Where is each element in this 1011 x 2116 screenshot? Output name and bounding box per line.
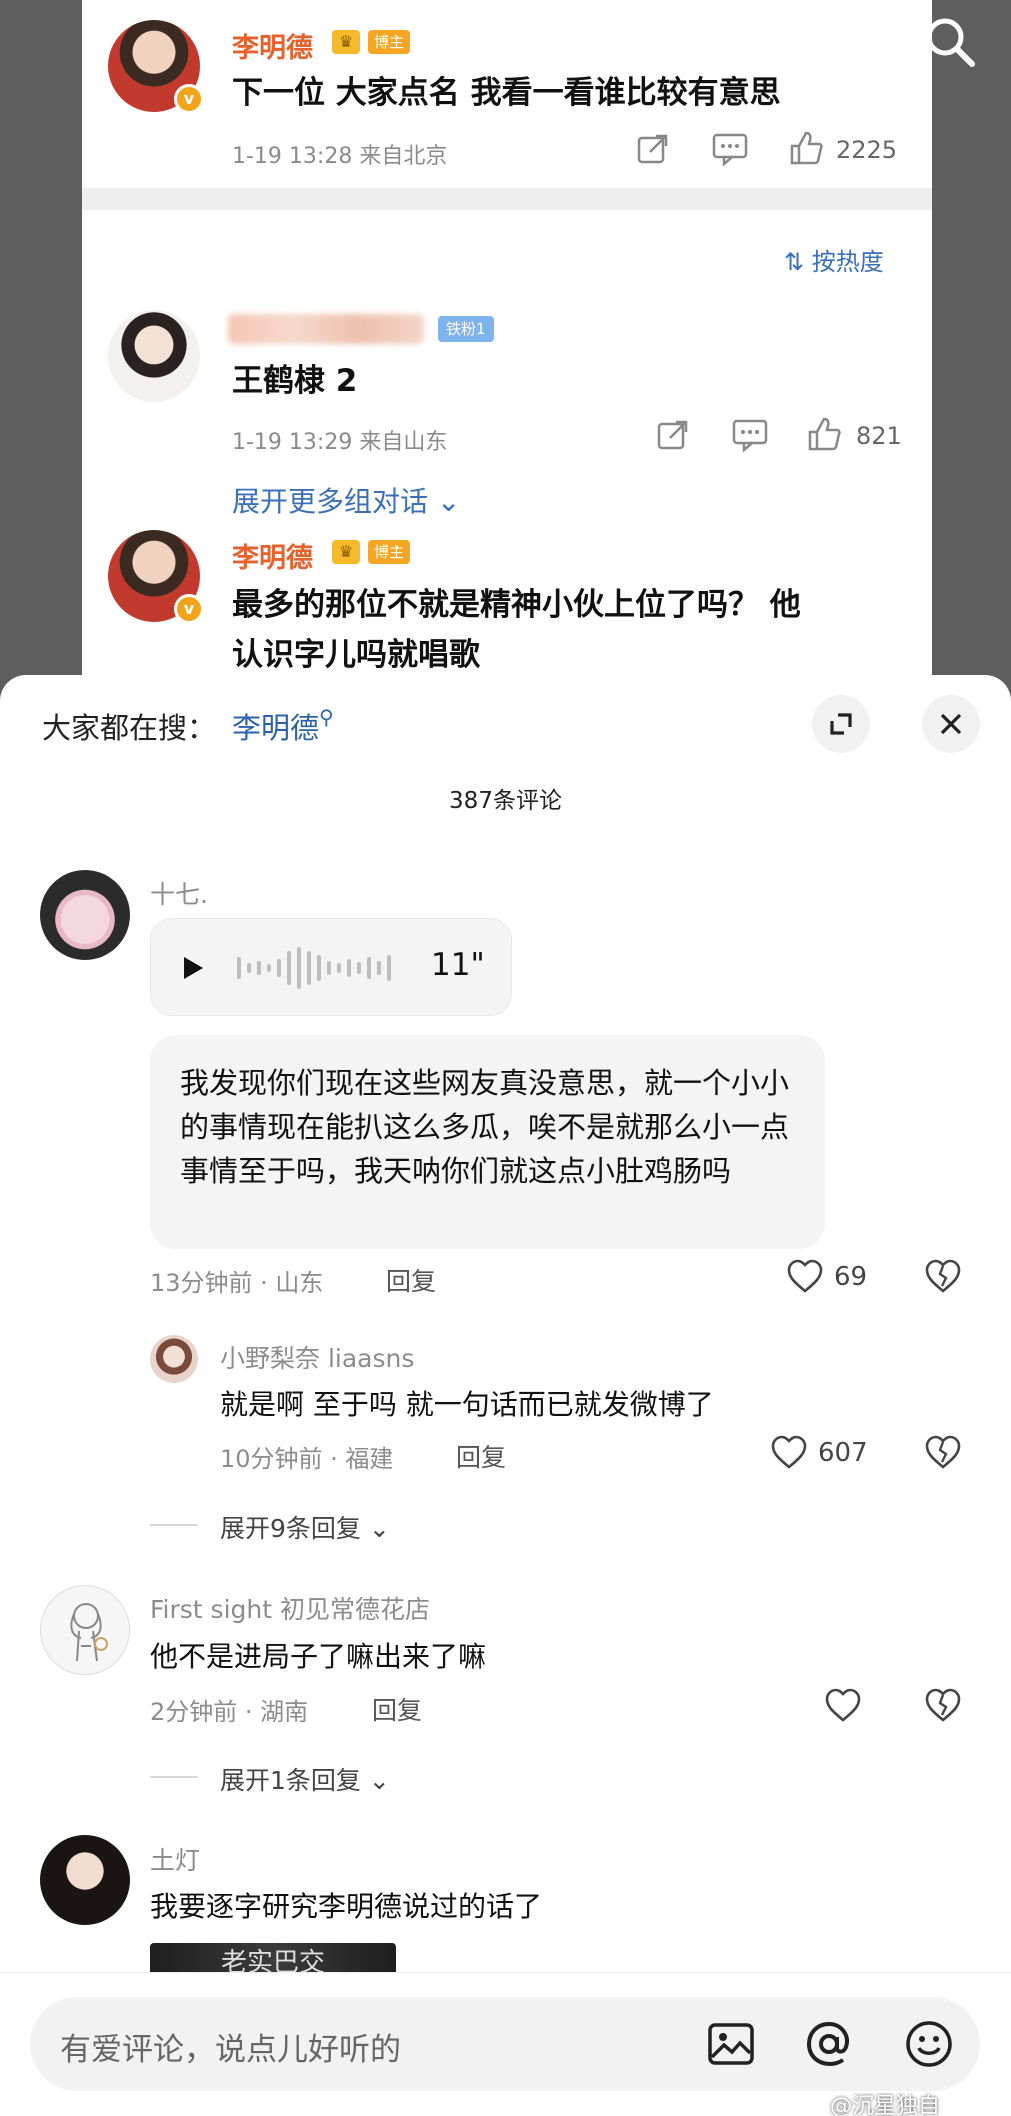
sub-reply-text: 就是啊 至于吗 就一句话而已就发微博了 [220, 1388, 714, 1421]
comment-icon[interactable] [712, 132, 748, 173]
like-count: 69 [834, 1262, 868, 1292]
comment-meta: 13分钟前 · 山东 [150, 1269, 324, 1297]
divider [150, 1776, 198, 1778]
comment-text: 他不是进局子了嘛出来了嘛 [150, 1640, 487, 1673]
post-like-count: 2225 [836, 136, 898, 164]
like-count: 607 [818, 1438, 868, 1468]
search-term-text: 李明德 [232, 711, 320, 745]
blurred-username [228, 314, 424, 344]
expand-button[interactable] [812, 695, 870, 753]
like-heart-icon[interactable] [786, 1258, 824, 1294]
voice-message[interactable]: 11" [150, 918, 512, 1016]
post-author[interactable]: 李明德 [232, 26, 313, 65]
comment-count: 387条评论 [449, 788, 562, 814]
watermark: @沉星独自 [830, 2094, 941, 2116]
avatar[interactable] [40, 870, 130, 960]
share-icon[interactable] [636, 132, 670, 173]
crown-icon: ♛ [332, 30, 360, 54]
crown-icon: ♛ [332, 540, 360, 564]
expand-replies[interactable]: 展开1条回复 ⌄ [220, 1761, 390, 1797]
share-icon[interactable] [656, 418, 690, 459]
dislike-broken-heart-icon[interactable] [924, 1434, 962, 1470]
commenter-name[interactable]: 十七. [150, 875, 208, 911]
commenter-name[interactable]: First sight 初见常德花店 [150, 1590, 430, 1626]
avatar[interactable] [150, 1335, 198, 1383]
reply-text-line1: 最多的那位不就是精神小伙上位了吗？ 他 [232, 587, 801, 623]
waveform-icon [237, 947, 391, 989]
reply-like-count: 821 [856, 422, 902, 450]
blogger-badge: 博主 [368, 540, 411, 564]
reply-author[interactable]: 李明德 [232, 536, 313, 575]
verified-badge: v [174, 594, 204, 624]
commenter-name[interactable]: 土灯 [150, 1841, 200, 1877]
sort-icon: ⇅ [784, 248, 812, 276]
weibo-separator [82, 188, 932, 210]
like-heart-icon[interactable] [824, 1687, 862, 1723]
expand-replies[interactable]: 展开9条回复 ⌄ [220, 1509, 390, 1545]
comments-sheet: 大家都在搜： 李明德⚲ 387条评论 十七. 11" 我发现你们现在这些网友真没… [0, 675, 1011, 2116]
comment-input-placeholder: 有爱评论，说点儿好听的 [60, 2032, 401, 2068]
dislike-broken-heart-icon[interactable] [924, 1687, 962, 1723]
like-icon[interactable] [806, 416, 842, 459]
search-small-icon: ⚲ [319, 705, 334, 729]
avatar[interactable] [40, 1835, 130, 1925]
play-icon [184, 957, 203, 979]
comment-meta: 2分钟前 · 湖南 [150, 1698, 309, 1726]
sub-reply-name[interactable]: 小野梨奈 liaasns [220, 1339, 414, 1375]
comment-icon[interactable] [732, 418, 768, 459]
reply-text-line2: 认识字儿吗就唱歌 [232, 637, 480, 673]
close-button[interactable] [922, 695, 980, 753]
avatar[interactable] [40, 1585, 130, 1675]
sub-reply-meta: 10分钟前 · 福建 [220, 1445, 394, 1473]
voice-duration: 11" [431, 947, 485, 983]
sort-by-heat[interactable]: ⇅ 按热度 [784, 242, 884, 277]
reply-text: 王鹤棣 2 [232, 363, 358, 399]
fan-badge: 铁粉1 [438, 316, 494, 342]
chevron-down-icon: ⌄ [360, 1766, 390, 1795]
blogger-badge: 博主 [368, 30, 411, 54]
trending-search-label: 大家都在搜： [42, 711, 217, 745]
trending-search-term[interactable]: 李明德⚲ [232, 705, 334, 747]
comment-text-bubble: 我发现你们现在这些网友真没意思，就一个小小的事情现在能扒这么多瓜，唉不是就那么小… [150, 1035, 825, 1249]
post-meta: 1-19 13:28 来自北京 [232, 144, 448, 169]
expand-more-label: 展开更多组对话 [232, 485, 429, 518]
image-icon[interactable] [706, 2019, 756, 2069]
comment-text: 我要逐字研究李明德说过的话了 [150, 1890, 543, 1923]
sort-label: 按热度 [811, 248, 884, 276]
expand-more-conversations[interactable]: 展开更多组对话 ⌄ [232, 480, 460, 520]
reply-button[interactable]: 回复 [456, 1438, 506, 1474]
reply-button[interactable]: 回复 [372, 1691, 422, 1727]
emoji-icon[interactable] [904, 2019, 954, 2069]
close-icon [940, 713, 962, 735]
like-icon[interactable] [788, 130, 824, 173]
chevron-down-icon: ⌄ [360, 1514, 390, 1543]
chevron-down-icon: ⌄ [428, 485, 461, 518]
at-icon[interactable] [804, 2019, 854, 2069]
reply-button[interactable]: 回复 [386, 1262, 436, 1298]
expand-replies-label: 展开9条回复 [220, 1514, 361, 1543]
like-heart-icon[interactable] [770, 1434, 808, 1470]
divider [150, 1524, 198, 1526]
expand-replies-label: 展开1条回复 [220, 1766, 361, 1795]
post-text: 下一位 大家点名 我看一看谁比较有意思 [232, 75, 781, 111]
reply-meta: 1-19 13:29 来自山东 [232, 430, 448, 455]
search-icon[interactable] [920, 12, 980, 72]
verified-badge: v [174, 84, 204, 114]
dislike-broken-heart-icon[interactable] [924, 1258, 962, 1294]
expand-icon [830, 713, 852, 735]
avatar[interactable] [108, 310, 200, 402]
background-weibo-screenshot: v 李明德 ♛ 博主 下一位 大家点名 我看一看谁比较有意思 1-19 13:2… [0, 0, 1011, 700]
